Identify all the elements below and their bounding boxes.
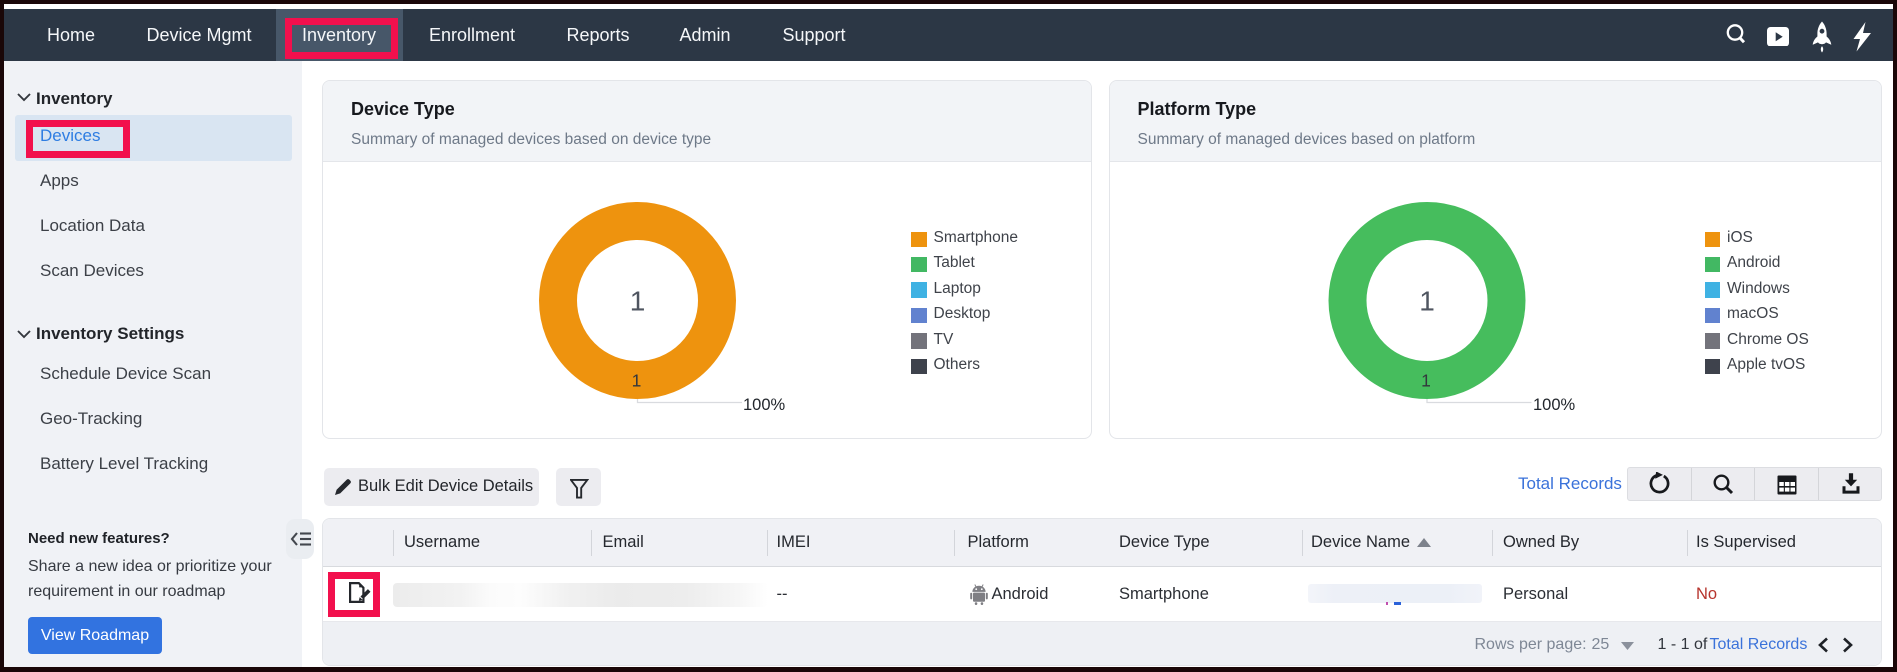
- svg-text:1: 1: [1421, 371, 1431, 391]
- svg-text:100%: 100%: [743, 396, 786, 414]
- svg-text:100%: 100%: [1533, 396, 1576, 414]
- svg-text:1: 1: [630, 286, 646, 317]
- svg-text:1: 1: [632, 371, 642, 391]
- svg-text:1: 1: [1419, 286, 1435, 317]
